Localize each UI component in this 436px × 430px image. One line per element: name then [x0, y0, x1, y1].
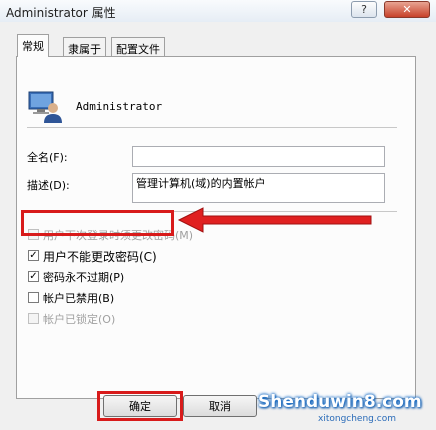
- user-name: Administrator: [76, 100, 163, 113]
- password-never-expires-checkbox[interactable]: ✓: [28, 271, 39, 282]
- description-label: 描述(D):: [27, 179, 70, 192]
- account-locked-label: 帐户已锁定(O): [43, 313, 116, 326]
- full-name-label: 全名(F):: [27, 151, 68, 164]
- highlight-box: [21, 210, 174, 236]
- red-arrow-icon: [177, 207, 372, 233]
- tab-profile[interactable]: 配置文件: [111, 37, 165, 56]
- close-button[interactable]: ✕: [384, 1, 430, 18]
- cancel-button[interactable]: 取消: [183, 395, 257, 417]
- divider: [27, 127, 397, 128]
- account-disabled-label: 帐户已禁用(B): [43, 292, 115, 305]
- help-button[interactable]: ?: [351, 1, 377, 18]
- description-field[interactable]: 管理计算机(域)的内置帐户: [132, 173, 385, 203]
- help-icon: ?: [361, 3, 367, 16]
- dialog-client: 常规 隶属于 配置文件 Administrator 全名(F): 描述(D): …: [0, 22, 436, 430]
- full-name-field[interactable]: [132, 146, 385, 167]
- account-disabled-checkbox[interactable]: [28, 292, 39, 303]
- user-icon: [28, 91, 62, 123]
- watermark: Shenduwin8.com: [258, 392, 422, 412]
- cannot-change-password-checkbox[interactable]: ✓: [28, 250, 39, 261]
- watermark-sub: xitongcheng.com: [318, 414, 396, 424]
- ok-button[interactable]: 确定: [103, 395, 177, 417]
- window-title: Administrator 属性: [6, 6, 116, 20]
- password-never-expires-label: 密码永不过期(P): [43, 271, 125, 284]
- cannot-change-password-label: 用户不能更改密码(C): [43, 250, 157, 264]
- title-bar: Administrator 属性 ? ✕: [0, 0, 436, 23]
- close-icon: ✕: [402, 3, 412, 16]
- tab-general[interactable]: 常规: [17, 34, 49, 57]
- tab-member-of[interactable]: 隶属于: [63, 37, 106, 56]
- account-locked-checkbox[interactable]: [28, 313, 39, 324]
